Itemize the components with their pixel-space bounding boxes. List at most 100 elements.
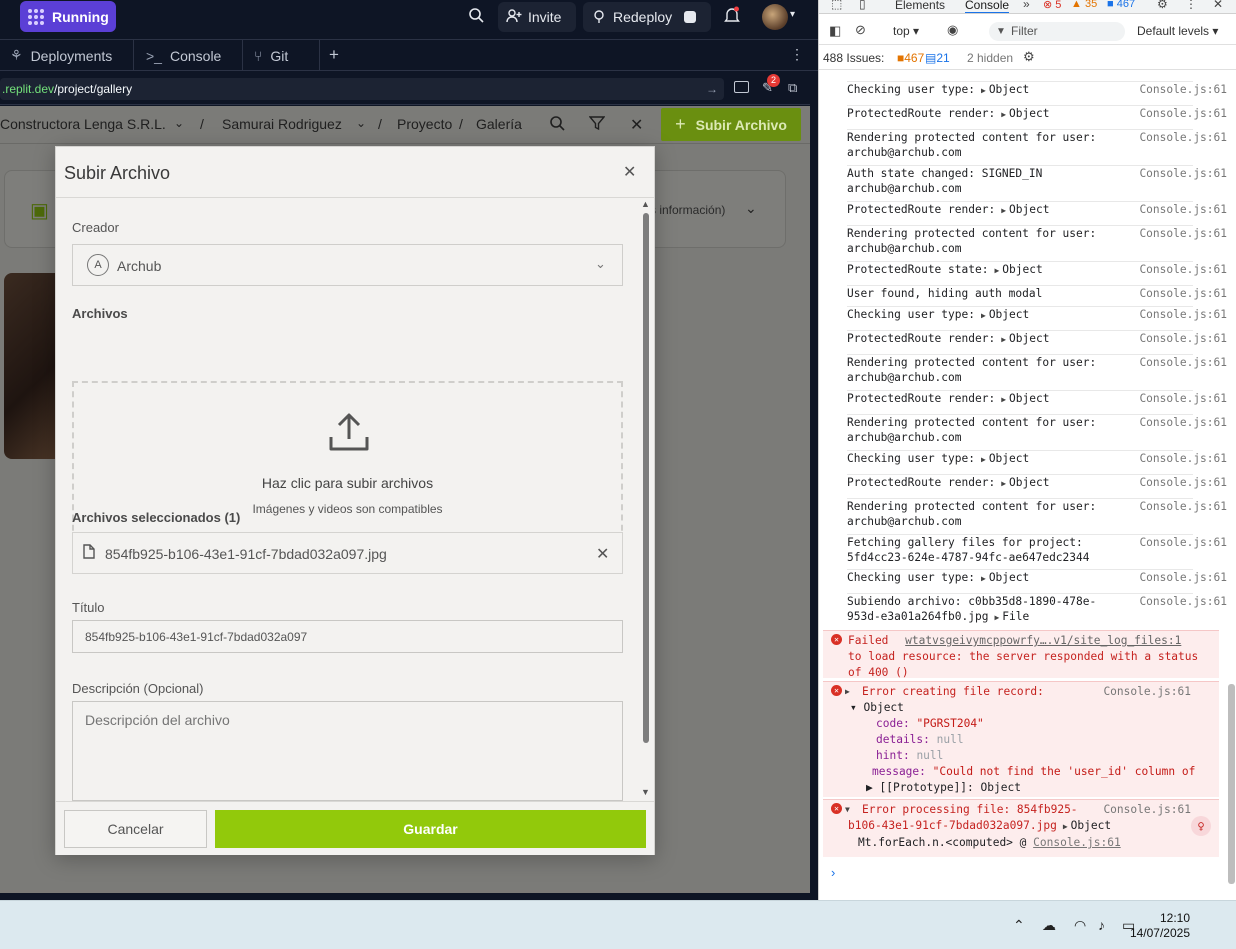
gear-icon[interactable]: ⚙ bbox=[1023, 49, 1035, 65]
scroll-down-arrow[interactable]: ▼ bbox=[641, 787, 650, 797]
log-source[interactable]: Console.js:61 bbox=[1139, 355, 1227, 370]
chevron-down-icon[interactable]: ⌄ bbox=[174, 116, 184, 130]
log-source[interactable]: Console.js:61 bbox=[1139, 391, 1227, 406]
devices-icon[interactable] bbox=[734, 81, 749, 93]
gear-icon[interactable]: ⚙ bbox=[1157, 0, 1168, 11]
log-object[interactable]: Object bbox=[989, 452, 1029, 465]
log-object[interactable]: Object bbox=[989, 308, 1029, 321]
open-new-tab-icon[interactable]: ⧉ bbox=[788, 80, 797, 96]
filter-input[interactable]: ▼ Filter bbox=[989, 22, 1125, 41]
more-info-text[interactable]: s información) bbox=[650, 203, 725, 217]
log-source[interactable]: Console.js:61 bbox=[1139, 106, 1227, 121]
log-source[interactable]: Console.js:61 bbox=[1139, 166, 1227, 181]
info-count-badge[interactable]: ■ 467 bbox=[1107, 0, 1135, 10]
save-button[interactable]: Guardar bbox=[215, 810, 646, 848]
redeploy-button[interactable]: Redeploy bbox=[583, 2, 711, 32]
log-object[interactable]: Object bbox=[1009, 476, 1049, 489]
chevron-down-icon[interactable]: ⌄ bbox=[745, 200, 757, 217]
search-icon[interactable] bbox=[549, 115, 565, 136]
arrow-right-icon[interactable]: → bbox=[706, 78, 718, 100]
error-resource-link[interactable]: wtatvsgeivymcppowrfy….v1/site_log_files:… bbox=[905, 634, 1181, 647]
log-source[interactable]: Console.js:61 bbox=[1139, 499, 1227, 514]
wifi-icon[interactable]: ◠ bbox=[1074, 917, 1086, 934]
tab-git[interactable]: ⑂ Git bbox=[244, 40, 320, 71]
creator-select[interactable]: A Archub ⌄ bbox=[72, 244, 623, 286]
log-source[interactable]: Console.js:61 bbox=[1139, 475, 1227, 490]
expand-triangle-icon[interactable]: ▶ bbox=[845, 684, 850, 700]
error-object[interactable]: ▾ Object bbox=[850, 701, 904, 714]
log-source[interactable]: Console.js:61 bbox=[1139, 570, 1227, 585]
close-icon[interactable]: ✕ bbox=[1213, 0, 1223, 11]
expand-triangle-icon[interactable]: ▶ bbox=[1001, 476, 1006, 491]
more-tabs-icon[interactable]: » bbox=[1023, 0, 1030, 11]
title-input[interactable] bbox=[72, 620, 623, 653]
log-source[interactable]: Console.js:61 bbox=[1103, 802, 1191, 818]
log-source[interactable]: Console.js:61 bbox=[1139, 535, 1227, 550]
cloud-icon[interactable]: ☁ bbox=[1042, 917, 1056, 934]
notification-bell-icon[interactable] bbox=[724, 6, 740, 28]
expand-triangle-icon[interactable]: ▼ bbox=[845, 802, 850, 818]
log-object[interactable]: File bbox=[1002, 610, 1029, 623]
cancel-button[interactable]: Cancelar bbox=[64, 810, 207, 848]
description-textarea[interactable] bbox=[72, 701, 623, 801]
log-object[interactable]: Object bbox=[1009, 392, 1049, 405]
log-object[interactable]: Object bbox=[989, 571, 1029, 584]
log-source[interactable]: Console.js:61 bbox=[1139, 130, 1227, 145]
filter-icon[interactable] bbox=[588, 115, 606, 136]
upload-file-button[interactable]: + Subir Archivo bbox=[661, 108, 801, 141]
log-object[interactable]: Object bbox=[1009, 332, 1049, 345]
prototype-entry[interactable]: ▶ [[Prototype]]: Object bbox=[866, 781, 1021, 794]
expand-triangle-icon[interactable]: ▶ bbox=[1001, 392, 1006, 407]
search-icon[interactable] bbox=[468, 7, 484, 27]
expand-triangle-icon[interactable]: ▶ bbox=[1063, 819, 1068, 835]
console-scrollbar[interactable] bbox=[1228, 684, 1235, 884]
breadcrumb-client[interactable]: Samurai Rodriguez bbox=[222, 116, 342, 132]
volume-icon[interactable]: ♪ bbox=[1098, 917, 1105, 933]
tab-console[interactable]: >_ Console bbox=[136, 40, 243, 71]
tab-deployments[interactable]: ⚘ Deployments bbox=[0, 40, 134, 71]
log-source[interactable]: Console.js:61 bbox=[1139, 307, 1227, 322]
expand-triangle-icon[interactable]: ▶ bbox=[1001, 107, 1006, 122]
invite-button[interactable]: Invite bbox=[498, 2, 576, 32]
console-prompt-icon[interactable]: › bbox=[831, 865, 835, 880]
log-source[interactable]: Console.js:61 bbox=[1139, 451, 1227, 466]
remove-file-icon[interactable]: ✕ bbox=[596, 544, 609, 564]
log-source[interactable]: Console.js:61 bbox=[1103, 684, 1191, 700]
expand-triangle-icon[interactable]: ▶ bbox=[994, 263, 999, 278]
chevron-down-icon[interactable]: ⌄ bbox=[356, 116, 366, 130]
log-source[interactable]: Console.js:61 bbox=[1139, 594, 1227, 609]
clock[interactable]: 12:10 14/07/2025 bbox=[1128, 911, 1190, 941]
close-icon[interactable]: ✕ bbox=[623, 162, 636, 182]
tab-elements[interactable]: Elements bbox=[895, 0, 945, 12]
inspect-element-icon[interactable]: ⬚ bbox=[831, 0, 842, 11]
log-source[interactable]: Console.js:61 bbox=[1139, 415, 1227, 430]
log-source[interactable]: Console.js:61 bbox=[1139, 286, 1227, 301]
log-source[interactable]: Console.js:61 bbox=[1139, 226, 1227, 241]
eye-icon[interactable]: ◉ bbox=[947, 22, 958, 38]
expand-triangle-icon[interactable]: ▶ bbox=[981, 452, 986, 467]
context-select[interactable]: top ▾ bbox=[893, 24, 919, 38]
expand-triangle-icon[interactable]: ▶ bbox=[981, 83, 986, 98]
close-icon[interactable]: ✕ bbox=[630, 115, 643, 135]
more-options-icon[interactable]: ⋮ bbox=[1185, 0, 1197, 11]
sidebar-toggle-icon[interactable]: ◧ bbox=[829, 23, 841, 39]
error-count-badge[interactable]: ⊗ 5 bbox=[1043, 0, 1061, 11]
ai-insight-icon[interactable]: ♀ bbox=[1191, 816, 1211, 836]
scroll-up-arrow[interactable]: ▲ bbox=[641, 199, 650, 209]
more-options-icon[interactable]: ⋮ bbox=[790, 46, 804, 63]
log-source[interactable]: Console.js:61 bbox=[1139, 82, 1227, 97]
tab-console[interactable]: Console bbox=[965, 0, 1010, 13]
log-levels-select[interactable]: Default levels ▾ bbox=[1137, 24, 1218, 38]
expand-triangle-icon[interactable]: ▶ bbox=[994, 610, 999, 625]
gallery-thumbnail[interactable] bbox=[4, 273, 56, 459]
warning-count-badge[interactable]: ▲ 35 bbox=[1071, 0, 1097, 10]
error-object[interactable]: Object bbox=[1071, 819, 1111, 832]
log-object[interactable]: Object bbox=[989, 83, 1029, 96]
log-object[interactable]: Object bbox=[1009, 107, 1049, 120]
run-status-button[interactable]: Running bbox=[20, 1, 116, 32]
expand-triangle-icon[interactable]: ▶ bbox=[1001, 332, 1006, 347]
url-field[interactable]: .replit.dev/project/gallery → bbox=[0, 78, 724, 100]
log-source[interactable]: Console.js:61 bbox=[1139, 331, 1227, 346]
log-source[interactable]: Console.js:61 bbox=[1139, 202, 1227, 217]
expand-triangle-icon[interactable]: ▶ bbox=[1001, 203, 1006, 218]
